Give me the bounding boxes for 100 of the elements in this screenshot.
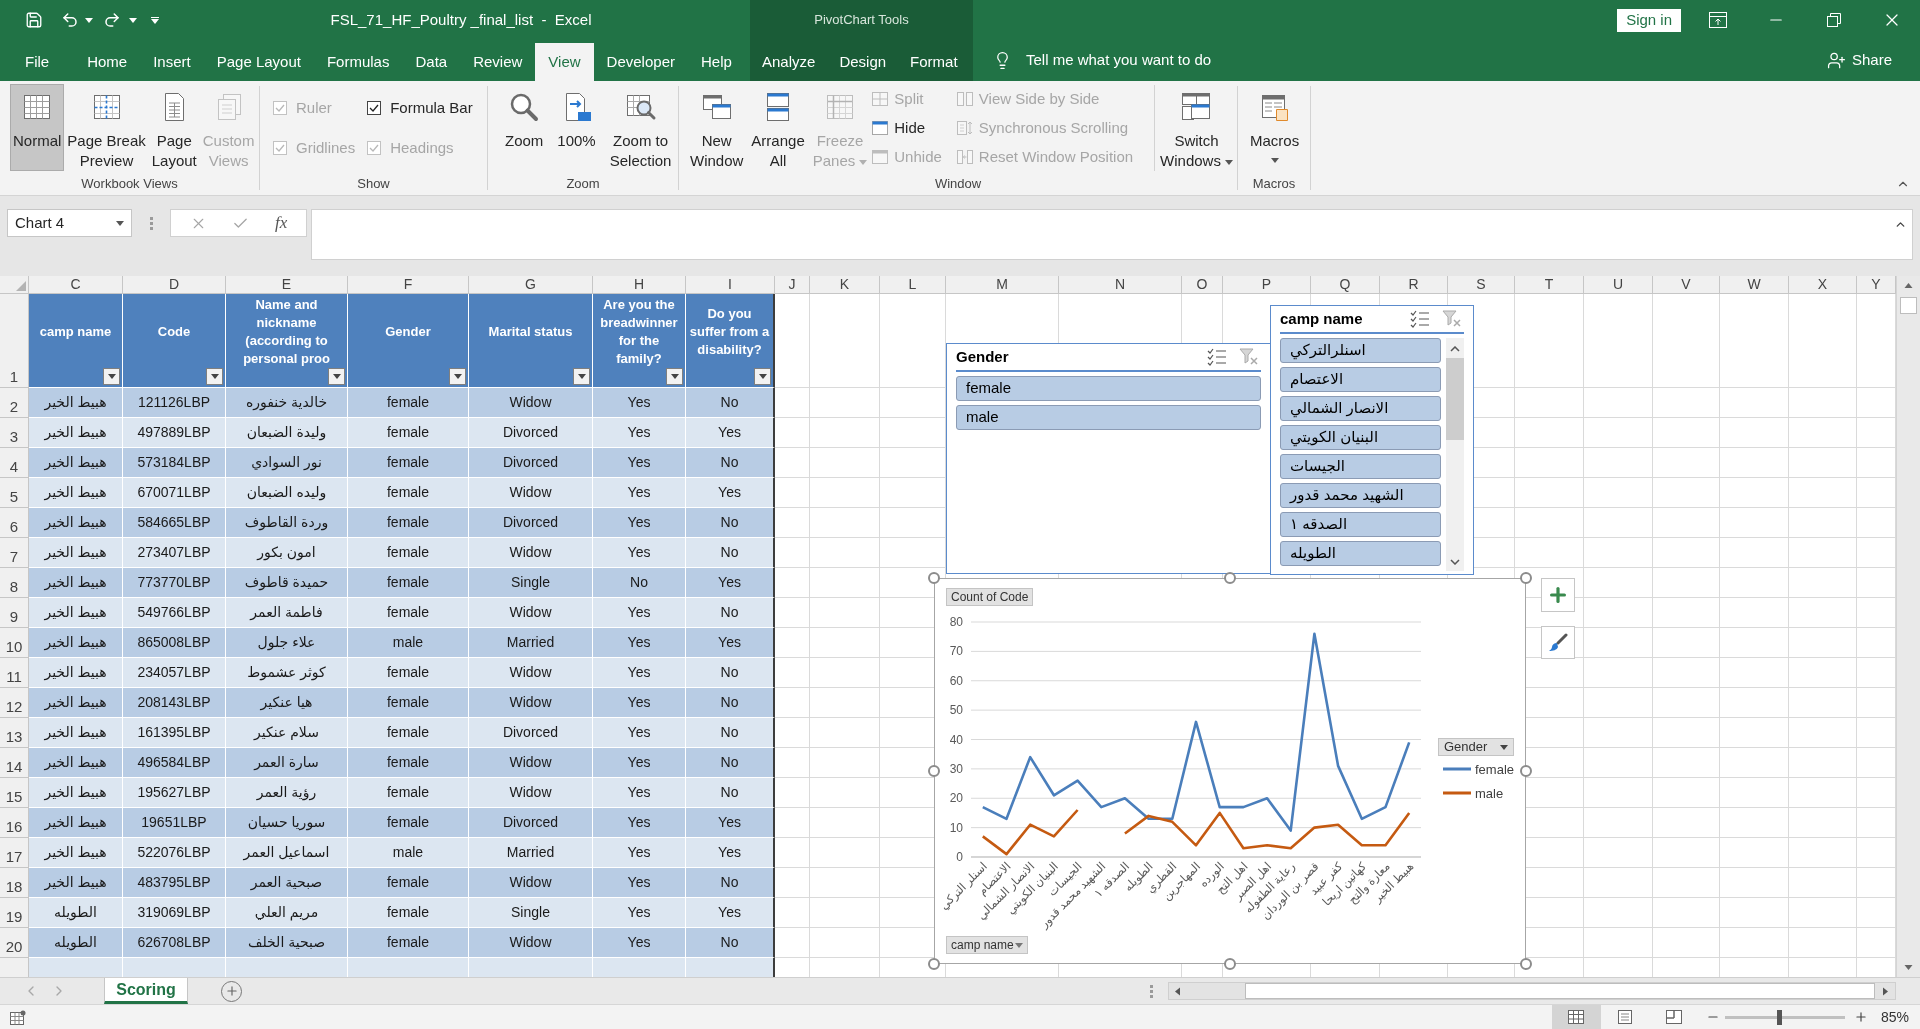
column-header[interactable]: S xyxy=(1448,276,1515,294)
multi-select-icon[interactable] xyxy=(1207,348,1227,366)
row-header[interactable]: 5 xyxy=(0,478,29,508)
ribbon-tab[interactable]: View xyxy=(535,43,594,81)
filter-button[interactable] xyxy=(449,368,466,385)
restore-icon[interactable] xyxy=(1827,13,1841,27)
filter-button[interactable] xyxy=(666,368,683,385)
vertical-scrollbar[interactable] xyxy=(1896,276,1920,977)
grip-icon[interactable] xyxy=(1150,984,1153,998)
axis-field-button[interactable]: camp name xyxy=(946,936,1028,954)
row-header[interactable]: 18 xyxy=(0,868,29,898)
ribbon-button[interactable]: Normal xyxy=(10,84,65,171)
row-header[interactable]: 12 xyxy=(0,688,29,718)
ribbon-button[interactable]: New Window xyxy=(687,84,747,171)
ribbon-tab[interactable]: Design xyxy=(827,43,899,81)
filter-button[interactable] xyxy=(754,368,771,385)
column-header[interactable]: L xyxy=(880,276,946,294)
slicer-scrollbar[interactable] xyxy=(1446,338,1464,571)
slicer-item[interactable]: اسنلرالتركي xyxy=(1280,338,1441,363)
slicer-item[interactable]: الاعتصام xyxy=(1280,367,1441,392)
scroll-thumb[interactable] xyxy=(1245,983,1875,999)
column-header[interactable]: H xyxy=(593,276,686,294)
checkbox[interactable] xyxy=(367,101,382,115)
row-header[interactable]: 15 xyxy=(0,778,29,808)
scroll-thumb[interactable] xyxy=(1900,297,1917,314)
row-header[interactable]: 10 xyxy=(0,628,29,658)
slicer-item[interactable]: الجيسات xyxy=(1280,454,1441,479)
ribbon-tab[interactable]: Data xyxy=(402,43,461,81)
ribbon-tab[interactable]: Home xyxy=(74,43,141,81)
column-header[interactable]: E xyxy=(226,276,348,294)
row-header[interactable]: 8 xyxy=(0,568,29,598)
scroll-down-icon[interactable] xyxy=(1450,559,1460,565)
save-icon[interactable] xyxy=(25,11,43,29)
scroll-right-icon[interactable] xyxy=(1882,986,1888,996)
redo-icon[interactable] xyxy=(103,11,121,29)
zoom-in-icon[interactable] xyxy=(1853,1010,1868,1024)
row-header[interactable]: 7 xyxy=(0,538,29,568)
ribbon-display-options-icon[interactable] xyxy=(1709,12,1727,28)
scroll-down-icon[interactable] xyxy=(1904,965,1913,970)
column-header[interactable]: R xyxy=(1380,276,1448,294)
row-header[interactable]: 6 xyxy=(0,508,29,538)
row-header[interactable]: 19 xyxy=(0,898,29,928)
ribbon-button[interactable]: Page Break Preview xyxy=(64,84,149,171)
row-header[interactable]: 4 xyxy=(0,448,29,478)
column-header[interactable]: N xyxy=(1059,276,1182,294)
column-header[interactable]: F xyxy=(348,276,469,294)
column-header[interactable]: J xyxy=(775,276,810,294)
filter-button[interactable] xyxy=(206,368,223,385)
slicer-item[interactable]: female xyxy=(956,376,1261,401)
column-header[interactable]: P xyxy=(1223,276,1311,294)
slicer-item[interactable]: male xyxy=(956,405,1261,430)
name-box[interactable]: Chart 4 xyxy=(7,209,132,237)
column-header[interactable]: W xyxy=(1720,276,1789,294)
value-field-button[interactable]: Count of Code xyxy=(946,588,1034,606)
zoom-percent[interactable]: 85% xyxy=(1880,1006,1909,1028)
undo-icon[interactable] xyxy=(61,11,79,29)
ribbon-tab[interactable]: Developer xyxy=(593,43,688,81)
scroll-thumb[interactable] xyxy=(1446,358,1464,440)
row-header[interactable]: 3 xyxy=(0,418,29,448)
horizontal-scrollbar[interactable] xyxy=(1168,982,1896,1000)
row-header[interactable]: 13 xyxy=(0,718,29,748)
chart-elements-button[interactable] xyxy=(1541,578,1575,612)
scroll-up-icon[interactable] xyxy=(1450,346,1460,352)
filter-button[interactable] xyxy=(573,368,590,385)
column-header[interactable]: X xyxy=(1789,276,1857,294)
row-header[interactable]: 20 xyxy=(0,928,29,958)
checkbox-option[interactable]: Formula Bar xyxy=(367,98,473,118)
ribbon-tab[interactable]: Review xyxy=(460,43,536,81)
ribbon-button[interactable]: Arrange All xyxy=(748,84,808,171)
ribbon-tab[interactable]: Insert xyxy=(140,43,204,81)
filter-button[interactable] xyxy=(103,368,120,385)
column-header[interactable]: C xyxy=(29,276,123,294)
column-header[interactable]: U xyxy=(1584,276,1653,294)
multi-select-icon[interactable] xyxy=(1410,310,1430,328)
grip-icon[interactable] xyxy=(149,216,153,230)
row-header[interactable]: 2 xyxy=(0,388,29,418)
ribbon-tab[interactable]: File xyxy=(12,43,63,81)
row-header[interactable]: 16 xyxy=(0,808,29,838)
ribbon-button[interactable]: Switch Windows xyxy=(1157,84,1236,171)
sheet-status-icon[interactable] xyxy=(10,1009,26,1025)
ribbon-button[interactable]: Macros xyxy=(1247,84,1303,171)
insert-function-button[interactable]: fx xyxy=(274,210,288,236)
row-header[interactable]: 1 xyxy=(0,294,29,388)
sheet-tab[interactable]: Scoring xyxy=(104,978,188,1004)
ribbon-tab[interactable]: Format xyxy=(898,43,970,81)
slicer-item[interactable]: الانصار الشمالي xyxy=(1280,396,1441,421)
ribbon-button[interactable]: Hide xyxy=(872,118,942,138)
tell-me-field[interactable]: Tell me what you want to do xyxy=(1026,49,1226,72)
row-header[interactable]: 14 xyxy=(0,748,29,778)
column-header[interactable]: G xyxy=(469,276,593,294)
column-header[interactable]: K xyxy=(810,276,880,294)
column-header[interactable]: Q xyxy=(1311,276,1380,294)
scroll-up-icon[interactable] xyxy=(1904,283,1913,288)
caret-icon[interactable] xyxy=(129,17,137,23)
slicer-item[interactable]: الطويله xyxy=(1280,541,1441,566)
column-header[interactable]: M xyxy=(946,276,1059,294)
share-button[interactable]: Share xyxy=(1826,49,1892,72)
caret-icon[interactable] xyxy=(85,17,93,23)
filter-button[interactable] xyxy=(328,368,345,385)
ribbon-button[interactable]: 100% xyxy=(554,84,599,171)
